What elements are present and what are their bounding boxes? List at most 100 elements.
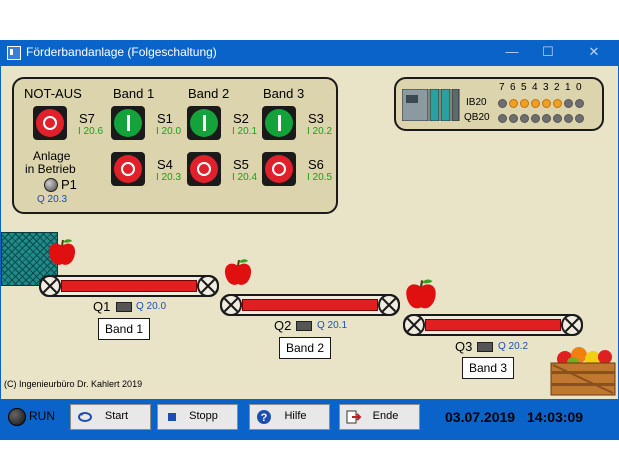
title-bar: Förderbandanlage (Folgeschaltung) — ☐ ✕ [0, 40, 619, 66]
bit-number-label: 1 [565, 82, 571, 93]
q2-address: Q 20.1 [317, 320, 348, 331]
close-button[interactable]: ✕ [584, 43, 604, 61]
q3-address: Q 20.2 [498, 341, 529, 352]
qb20-label: QB20 [464, 112, 490, 123]
qb20-led [553, 114, 562, 123]
apple-icon [48, 239, 76, 265]
s5-address: I 20.4 [232, 172, 258, 183]
ib20-led [575, 99, 584, 108]
qb20-led [575, 114, 584, 123]
band1-right-roller [197, 275, 219, 297]
conveyor-band3 [403, 314, 583, 336]
ib20-led [564, 99, 573, 108]
hilfe-label: Hilfe [284, 410, 307, 422]
bit-number-label: 3 [543, 82, 549, 93]
ib20-led [498, 99, 507, 108]
apple-icon [406, 279, 436, 309]
stopp-label: Stopp [189, 410, 218, 422]
run-indicator-lamp [8, 408, 26, 426]
ende-label: Ende [372, 410, 399, 422]
s4-stop-band1-button[interactable] [111, 152, 145, 186]
s2-address: I 20.1 [232, 126, 258, 137]
window-title: Förderbandanlage (Folgeschaltung) [26, 45, 217, 59]
ib20-label: IB20 [466, 97, 487, 108]
s1-label: S1 [157, 111, 173, 126]
s7-label: S7 [79, 111, 95, 126]
in-betrieb-label: in Betrieb [25, 162, 76, 176]
notaus-label: NOT-AUS [24, 86, 82, 101]
q3-label: Q3 [455, 339, 473, 354]
apple-icon [224, 259, 252, 285]
hilfe-button[interactable]: ? Hilfe [249, 404, 330, 430]
p1-address: Q 20.3 [37, 194, 68, 205]
band2-left-roller [220, 294, 242, 316]
ib20-led [509, 99, 518, 108]
s1-address: I 20.0 [156, 126, 182, 137]
anlage-label: Anlage [33, 149, 71, 163]
conveyor-band2 [220, 294, 400, 316]
band3-caption: Band 3 [462, 357, 515, 379]
bit-number-label: 4 [532, 82, 538, 93]
ende-button[interactable]: Ende [339, 404, 420, 430]
band1-caption: Band 1 [98, 318, 151, 340]
p1-label: P1 [61, 177, 77, 192]
s6-stop-band3-button[interactable] [262, 152, 296, 186]
time-display: 14:03:09 [527, 409, 584, 425]
bit-number-label: 5 [521, 82, 527, 93]
ib20-led [542, 99, 551, 108]
start-button[interactable]: Start [70, 404, 151, 430]
ib20-led [531, 99, 540, 108]
s4-label: S4 [157, 157, 173, 172]
minimize-button[interactable]: — [502, 43, 522, 61]
band3-right-roller [561, 314, 583, 336]
maximize-button[interactable]: ☐ [538, 43, 558, 61]
s3-label: S3 [308, 111, 324, 126]
band2-motor-bar [242, 299, 378, 311]
conveyor-band1 [39, 275, 219, 297]
qb20-led [520, 114, 529, 123]
q1-indicator [116, 302, 132, 312]
s3-start-band3-button[interactable] [262, 106, 296, 140]
band2-caption: Band 2 [279, 337, 332, 359]
qb20-led [509, 114, 518, 123]
copyright-text: (C) Ingenieurbüro Dr. Kahlert 2019 [4, 379, 143, 389]
p1-status-lamp [44, 178, 58, 192]
app-icon[interactable] [7, 46, 21, 60]
band1-motor-bar [61, 280, 197, 292]
io-panel: 76543210 IB20 QB20 [394, 77, 604, 131]
qb20-led [564, 114, 573, 123]
s7-emergency-stop-button[interactable] [33, 106, 67, 140]
control-panel: NOT-AUS Band 1 Band 2 Band 3 S7 I 20.6 S… [12, 77, 338, 214]
s2-label: S2 [233, 111, 249, 126]
bit-number-label: 2 [554, 82, 560, 93]
q3-indicator [477, 342, 493, 352]
s5-label: S5 [233, 157, 249, 172]
qb20-led [498, 114, 507, 123]
stopp-button[interactable]: Stopp [157, 404, 238, 430]
s5-stop-band2-button[interactable] [187, 152, 221, 186]
application-window: Förderbandanlage (Folgeschaltung) — ☐ ✕ … [0, 40, 619, 440]
band3-motor-bar [425, 319, 561, 331]
band3-label: Band 3 [263, 86, 305, 101]
bit-number-label: 7 [499, 82, 505, 93]
q2-indicator [296, 321, 312, 331]
q2-label: Q2 [274, 318, 292, 333]
q1-address: Q 20.0 [136, 301, 167, 312]
ib20-led [520, 99, 529, 108]
s6-address: I 20.5 [307, 172, 333, 183]
s3-address: I 20.2 [307, 126, 333, 137]
q1-label: Q1 [93, 299, 111, 314]
qb20-led [542, 114, 551, 123]
start-label: Start [104, 410, 129, 422]
band2-right-roller [378, 294, 400, 316]
s1-start-band1-button[interactable] [111, 106, 145, 140]
s2-start-band2-button[interactable] [187, 106, 221, 140]
simulation-area: NOT-AUS Band 1 Band 2 Band 3 S7 I 20.6 S… [1, 66, 618, 399]
bit-number-label: 6 [510, 82, 516, 93]
band3-left-roller [403, 314, 425, 336]
run-label: RUN [29, 409, 55, 423]
qb20-led [531, 114, 540, 123]
s6-label: S6 [308, 157, 324, 172]
band2-label: Band 2 [188, 86, 230, 101]
plc-module-icon [402, 89, 460, 121]
